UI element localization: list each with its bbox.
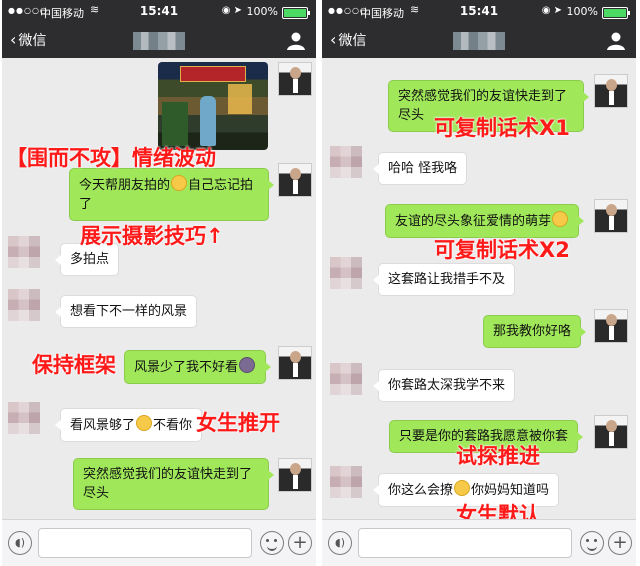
message-text: 看风景够了	[70, 418, 136, 433]
emoji-icon[interactable]	[580, 531, 604, 555]
annotation-label: 【围而不攻】情绪波动	[6, 146, 216, 170]
smirk-emoji-icon	[171, 175, 188, 191]
photo-plant	[162, 102, 188, 146]
annotation-label: 试探推进	[456, 444, 540, 468]
message-text: 今天帮朋友拍的	[79, 178, 171, 193]
input-bar: ◖) +	[322, 519, 636, 566]
message-text: 多拍点	[70, 252, 110, 267]
plus-icon[interactable]: +	[608, 531, 632, 555]
battery-label: 100%	[566, 5, 598, 18]
avatar-other[interactable]	[330, 146, 362, 178]
message-text: 友谊的尽头象征爱情的萌芽	[395, 214, 552, 229]
back-label: 微信	[338, 33, 367, 49]
avatar-me[interactable]	[278, 163, 312, 197]
photo-lamp	[228, 84, 252, 114]
message-bubble-me[interactable]: 风景少了我不好看	[124, 350, 272, 384]
contact-name-blurred	[453, 32, 505, 50]
chat-screen-right: ●●○○○ 中国移动 ≋ 15:41 ◉ ➤ 100% ‹ 微信 突然感觉我们的友…	[322, 0, 636, 566]
input-bar: ◖) +	[2, 519, 316, 566]
message-bubble-me[interactable]: 今天帮朋友拍的 自己忘记拍了	[69, 168, 274, 221]
nav-bar: ‹ 微信	[322, 24, 636, 58]
message-bubble-other[interactable]: 你套路太深我学不来	[372, 369, 516, 402]
avatar-me[interactable]	[278, 62, 312, 96]
message-bubble-other[interactable]: 你这么会撩 你妈妈知道吗	[372, 473, 560, 507]
annotation-label: 可复制话术X2	[434, 238, 570, 262]
voice-icon[interactable]: ◖)	[328, 531, 352, 555]
avatar-me[interactable]	[278, 346, 312, 380]
emoji-icon[interactable]	[260, 531, 284, 555]
message-bubble-other[interactable]: 看风景够了 不看你	[54, 408, 203, 442]
photo-person	[200, 96, 216, 146]
message-input[interactable]	[358, 528, 572, 558]
message-bubble-other[interactable]: 这套路让我措手不及	[372, 263, 516, 296]
avatar-other[interactable]	[330, 257, 362, 289]
profile-icon[interactable]	[286, 31, 306, 51]
profile-icon[interactable]	[606, 31, 626, 51]
message-text: 那我教你好咯	[493, 324, 572, 339]
back-chevron-icon: ‹	[10, 30, 17, 49]
message-text: 哈哈 怪我咯	[388, 161, 458, 176]
status-bar: ●●○○○ 中国移动 ≋ 15:41 ◉ ➤ 100%	[322, 0, 636, 24]
message-text: 你妈妈知道吗	[471, 483, 550, 498]
message-text: 不看你	[153, 418, 193, 433]
smirk-emoji-icon	[552, 211, 569, 227]
avatar-other[interactable]	[8, 289, 40, 321]
message-bubble-me[interactable]: 那我教你好咯	[483, 315, 587, 348]
avatar-me[interactable]	[594, 309, 628, 343]
annotation-label: 女生推开	[196, 411, 280, 435]
message-text: 只要是你的套路我愿意被你套	[399, 429, 569, 444]
avatar-me[interactable]	[594, 74, 628, 108]
message-bubble-other[interactable]: 想看下不一样的风景	[54, 295, 198, 328]
status-bar: ●●○○○ 中国移动 ≋ 15:41 ◉ ➤ 100%	[2, 0, 316, 24]
battery-icon	[282, 7, 310, 19]
sick-emoji-icon	[239, 357, 256, 373]
annotation-label: 可复制话术X1	[434, 116, 570, 140]
avatar-other[interactable]	[330, 466, 362, 498]
message-bubble-other[interactable]: 哈哈 怪我咯	[372, 152, 468, 185]
avatar-me[interactable]	[278, 458, 312, 492]
photo-sign	[180, 66, 246, 82]
battery-label: 100%	[246, 5, 278, 18]
message-bubble-me[interactable]: 友谊的尽头象征爱情的萌芽	[385, 204, 585, 238]
avatar-other[interactable]	[330, 363, 362, 395]
chat-screen-left: ●●○○○ 中国移动 ≋ 15:41 ◉ ➤ 100% ‹ 微信 今天帮朋友拍的自…	[2, 0, 316, 566]
plus-icon[interactable]: +	[288, 531, 312, 555]
back-button[interactable]: ‹ 微信	[10, 30, 46, 50]
location-icon: ◉ ➤	[541, 5, 562, 16]
smirk-emoji-icon	[454, 480, 471, 496]
message-text: 你这么会撩	[388, 483, 454, 498]
message-text: 这套路让我措手不及	[388, 272, 506, 287]
avatar-me[interactable]	[594, 199, 628, 233]
back-chevron-icon: ‹	[330, 30, 337, 49]
message-text: 想看下不一样的风景	[70, 304, 188, 319]
avatar-other[interactable]	[8, 402, 40, 434]
location-icon: ◉ ➤	[221, 5, 242, 16]
voice-icon[interactable]: ◖)	[8, 531, 32, 555]
photo-message[interactable]	[158, 62, 268, 150]
battery-icon	[602, 7, 630, 19]
message-text: 突然感觉我们的友谊快走到了尽头	[83, 467, 253, 501]
annotation-label: 展示摄影技巧↑	[80, 224, 224, 248]
contact-name-blurred	[133, 32, 185, 50]
annotation-label: 保持框架	[32, 353, 116, 377]
back-button[interactable]: ‹ 微信	[330, 30, 366, 50]
message-bubble-me[interactable]: 突然感觉我们的友谊快走到了尽头	[73, 458, 274, 510]
message-text: 你套路太深我学不来	[388, 378, 506, 393]
avatar-other[interactable]	[8, 236, 40, 268]
avatar-me[interactable]	[594, 415, 628, 449]
back-label: 微信	[18, 33, 47, 49]
nav-bar: ‹ 微信	[2, 24, 316, 58]
laugh-emoji-icon	[136, 415, 153, 431]
message-input[interactable]	[38, 528, 252, 558]
message-text: 风景少了我不好看	[134, 360, 239, 375]
